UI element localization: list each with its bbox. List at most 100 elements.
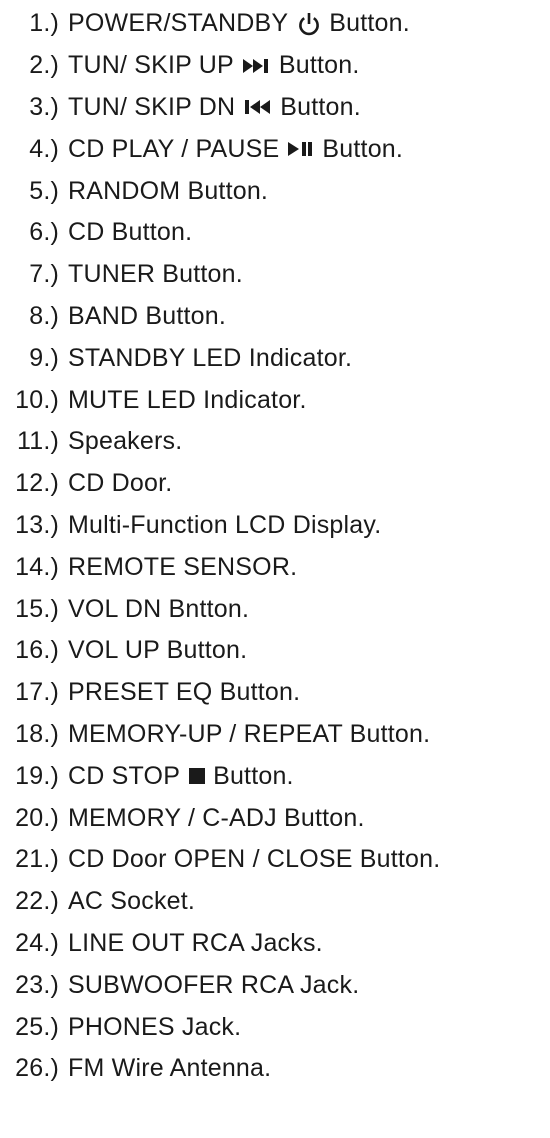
power-icon [296,11,322,37]
item-label-suffix: Button. [278,51,360,80]
item-number: 14.) [15,552,59,581]
item-number: 3.) [29,92,59,121]
item-description: Speakers. [68,427,182,456]
skip-back-icon [243,98,273,116]
item-description: CD PLAY / PAUSE Button. [68,135,403,164]
item-number: 11.) [16,427,59,456]
item-label: PHONES Jack. [68,1012,242,1041]
item-label-suffix: Button. [213,761,294,790]
item-number: 20.) [15,803,59,832]
list-item: 24.) LINE OUT RCA Jacks. [0,923,550,965]
list-item: 16.) VOL UP Button. [0,630,550,672]
item-label: RANDOM Button. [68,176,269,205]
item-label: TUN/ SKIP UP [68,51,234,80]
item-number: 21.) [15,845,59,874]
item-number: 7.) [29,260,59,289]
item-number: 9.) [29,343,59,372]
item-label: POWER/STANDBY [68,9,289,38]
list-item: 5.) RANDOM Button. [0,170,550,212]
item-number: 5.) [29,176,59,205]
item-number: 12.) [15,469,59,498]
item-label: Speakers. [68,427,183,456]
item-description: LINE OUT RCA Jacks. [68,929,323,958]
list-item: 15.) VOL DN Bntton. [0,588,550,630]
parts-list: 1.) POWER/STANDBY Button. 2.) TUN/ SKIP UP Bu… [0,3,550,1090]
list-item: 4.) CD PLAY / PAUSE Button. [0,128,550,170]
item-label: Multi-Function LCD Display. [68,510,382,539]
item-label: AC Socket. [68,887,196,916]
item-label: VOL DN Bntton. [68,594,250,623]
item-description: BAND Button. [68,302,226,331]
list-item: 1.) POWER/STANDBY Button. [0,3,550,45]
item-number: 8.) [29,301,59,330]
item-description: MEMORY-UP / REPEAT Button. [68,720,430,749]
item-number: 18.) [15,719,59,748]
item-description: CD STOP Button. [68,762,294,791]
item-description: MUTE LED Indicator. [68,386,307,415]
item-label: CD PLAY / PAUSE [68,134,280,163]
item-label: PRESET EQ Button. [68,678,301,707]
item-number: 6.) [29,218,59,247]
item-label-suffix: Button. [329,9,410,38]
item-number: 19.) [15,761,59,790]
list-item: 18.) MEMORY-UP / REPEAT Button. [0,714,550,756]
item-number: 4.) [29,134,59,163]
item-number: 24.) [15,928,59,957]
item-description: SUBWOOFER RCA Jack. [68,971,359,1000]
list-item: 20.) MEMORY / C-ADJ Button. [0,797,550,839]
list-item: 2.) TUN/ SKIP UP Button. [0,45,550,87]
item-description: PRESET EQ Button. [68,678,300,707]
item-description: PHONES Jack. [68,1013,241,1042]
item-number: 22.) [15,887,59,916]
item-label: CD Button. [68,218,193,247]
item-label: CD Door. [68,469,173,498]
item-description: AC Socket. [68,887,195,916]
item-number: 1.) [29,9,59,38]
list-item: 21.) CD Door OPEN / CLOSE Button. [0,839,550,881]
item-label: MUTE LED Indicator. [68,385,307,414]
item-label: LINE OUT RCA Jacks. [68,928,323,957]
item-label: STANDBY LED Indicator. [68,343,353,372]
list-item: 3.) TUN/ SKIP DN Button. [0,87,550,129]
item-description: CD Door OPEN / CLOSE Button. [68,845,440,874]
item-number: 26.) [15,1054,59,1083]
item-description: TUN/ SKIP DN Button. [68,93,361,122]
item-label: CD STOP [68,761,181,790]
item-description: MEMORY / C-ADJ Button. [68,804,365,833]
list-item: 19.) CD STOP Button. [0,755,550,797]
list-item: 11.) Speakers. [0,421,550,463]
item-label-suffix: Button. [322,134,404,163]
list-item: 9.) STANDBY LED Indicator. [0,337,550,379]
stop-icon [188,767,206,785]
item-number: 17.) [15,678,59,707]
item-description: STANDBY LED Indicator. [68,344,352,373]
list-item: 23.) SUBWOOFER RCA Jack. [0,964,550,1006]
item-description: VOL UP Button. [68,636,247,665]
item-label: SUBWOOFER RCA Jack. [68,970,360,999]
item-description: REMOTE SENSOR. [68,553,297,582]
list-item: 10.) MUTE LED Indicator. [0,379,550,421]
list-item: 6.) CD Button. [0,212,550,254]
list-item: 17.) PRESET EQ Button. [0,672,550,714]
item-description: TUNER Button. [68,260,243,289]
list-item: 25.) PHONES Jack. [0,1006,550,1048]
item-description: RANDOM Button. [68,177,268,206]
item-description: CD Button. [68,218,192,247]
list-item: 13.) Multi-Function LCD Display. [0,505,550,547]
item-description: TUN/ SKIP UP Button. [68,51,360,80]
skip-forward-icon [242,57,272,75]
item-number: 25.) [15,1012,59,1041]
item-description: CD Door. [68,469,172,498]
item-number: 23.) [15,970,59,999]
item-description: VOL DN Bntton. [68,595,249,624]
item-label: TUN/ SKIP DN [68,92,236,121]
list-item: 22.) AC Socket. [0,881,550,923]
item-number: 2.) [29,51,59,80]
list-item: 14.) REMOTE SENSOR. [0,546,550,588]
item-label-suffix: Button. [280,92,361,121]
item-label: REMOTE SENSOR. [68,552,298,581]
item-label: MEMORY-UP / REPEAT Button. [68,719,431,748]
item-number: 16.) [15,636,59,665]
item-description: Multi-Function LCD Display. [68,511,381,540]
item-number: 13.) [15,510,59,539]
